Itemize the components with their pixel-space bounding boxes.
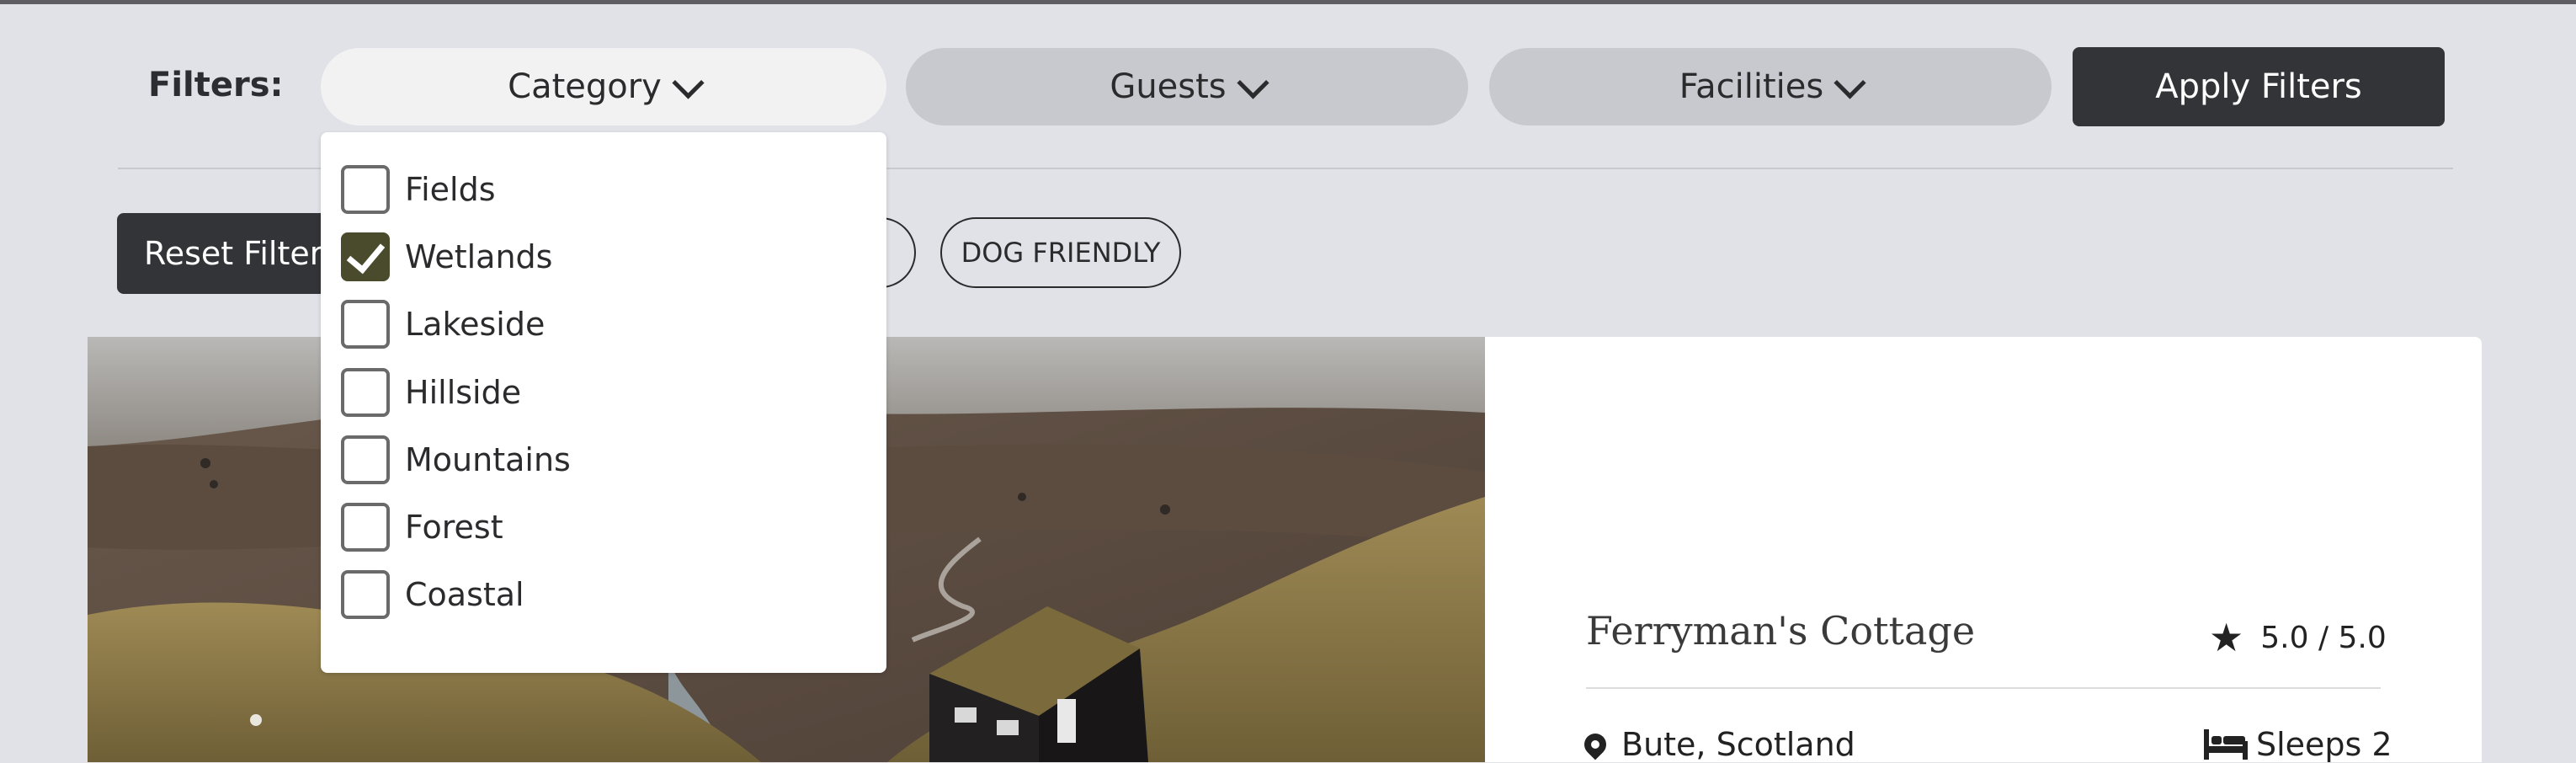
map-pin-icon xyxy=(1579,728,1611,760)
category-dropdown-button[interactable]: Category xyxy=(321,48,886,125)
option-label: Fields xyxy=(405,171,496,208)
category-dropdown-label: Category xyxy=(508,67,662,106)
checkbox[interactable] xyxy=(341,368,390,417)
option-label: Forest xyxy=(405,509,503,546)
category-option-lakeside[interactable]: Lakeside xyxy=(341,297,545,351)
checkbox[interactable] xyxy=(341,503,390,552)
category-option-forest[interactable]: Forest xyxy=(341,500,503,554)
option-label: Hillside xyxy=(405,374,522,411)
listing-rating: ★ 5.0 / 5.0 xyxy=(2209,615,2387,660)
category-option-coastal[interactable]: Coastal xyxy=(341,568,524,622)
checkbox[interactable] xyxy=(341,435,390,484)
checkbox-checked[interactable] xyxy=(341,232,390,281)
listing-info-panel xyxy=(1485,337,2482,762)
category-dropdown-menu: Fields Wetlands Lakeside Hillside Mounta… xyxy=(321,132,886,673)
option-label: Wetlands xyxy=(405,238,553,275)
sleeps-text: Sleeps 2 xyxy=(2256,726,2392,763)
category-option-hillside[interactable]: Hillside xyxy=(341,365,521,419)
facilities-dropdown-label: Facilities xyxy=(1679,67,1824,106)
guests-dropdown-button[interactable]: Guests xyxy=(906,48,1468,125)
option-label: Lakeside xyxy=(405,306,546,343)
filters-label: Filters: xyxy=(148,66,284,104)
checkbox[interactable] xyxy=(341,165,390,214)
listing-sleeps: Sleeps 2 xyxy=(2204,726,2392,763)
rating-value: 5.0 / 5.0 xyxy=(2260,620,2387,655)
apply-filters-button[interactable]: Apply Filters xyxy=(2073,47,2445,126)
guests-dropdown-label: Guests xyxy=(1110,67,1227,106)
category-option-mountains[interactable]: Mountains xyxy=(341,433,571,487)
location-text: Bute, Scotland xyxy=(1621,726,1855,763)
chevron-down-icon xyxy=(1834,66,1866,99)
window-top-border xyxy=(0,0,2576,4)
option-label: Mountains xyxy=(405,441,571,478)
active-filter-tag-dog-friendly[interactable]: DOG FRIENDLY xyxy=(940,217,1181,288)
checkmark-icon xyxy=(346,233,385,274)
bed-icon xyxy=(2204,729,2248,760)
chevron-down-icon xyxy=(672,66,705,99)
listing-title[interactable]: Ferryman's Cottage xyxy=(1586,608,1975,654)
category-option-fields[interactable]: Fields xyxy=(341,163,496,216)
facilities-dropdown-button[interactable]: Facilities xyxy=(1489,48,2052,125)
star-icon: ★ xyxy=(2209,615,2244,660)
chevron-down-icon xyxy=(1237,66,1269,99)
checkbox[interactable] xyxy=(341,300,390,349)
option-label: Coastal xyxy=(405,576,524,613)
category-option-wetlands[interactable]: Wetlands xyxy=(341,230,552,284)
checkbox[interactable] xyxy=(341,570,390,619)
listing-divider xyxy=(1586,687,2381,689)
listing-location: Bute, Scotland xyxy=(1579,726,1855,763)
